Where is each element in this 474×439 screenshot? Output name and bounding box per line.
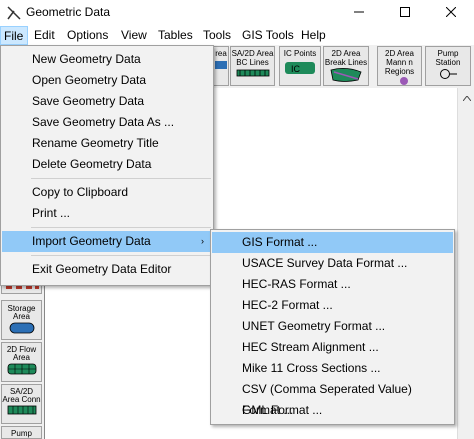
storage-area-icon <box>9 322 34 334</box>
submenu-arrow-icon: › <box>201 236 204 246</box>
submenu-item-hec-2[interactable]: HEC-2 Format ... <box>212 295 453 316</box>
menu-tools[interactable]: Tools <box>199 26 235 45</box>
menu-file[interactable]: File <box>0 26 28 45</box>
menu-item-open-geometry[interactable]: Open Geometry Data <box>2 70 212 91</box>
geometric-data-window: Geometric Data File Edit Options View Ta… <box>0 0 474 439</box>
toolbar-button-label: 2D Area Mann n Regions <box>384 49 415 76</box>
toolbar-break-lines-button[interactable]: 2D Area Break Lines <box>323 46 369 86</box>
toolbox-2d-flow-area-button[interactable]: 2D Flow Area <box>1 342 42 382</box>
bc-lines-icon <box>236 69 269 77</box>
menu-gis-tools[interactable]: GIS Tools <box>238 26 298 45</box>
menu-item-delete-geometry[interactable]: Delete Geometry Data <box>2 154 212 175</box>
toolbar-storage-area-button[interactable]: rea <box>213 46 229 86</box>
area-connection-icon <box>7 405 36 415</box>
ic-points-icon: IC <box>285 62 315 74</box>
menu-separator <box>31 178 211 179</box>
break-lines-icon <box>330 68 362 82</box>
toolbar-mann-regions-button[interactable]: 2D Area Mann n Regions <box>377 46 422 86</box>
menu-item-save-geometry[interactable]: Save Geometry Data <box>2 91 212 112</box>
chevron-up-icon <box>462 90 471 104</box>
toolbar-button-label: SA/2D Area BC Lines <box>231 49 274 67</box>
toolbox-pump-button[interactable]: Pump <box>1 426 42 439</box>
menu-item-label: Import Geometry Data <box>32 234 151 248</box>
vertical-scrollbar[interactable] <box>457 88 474 439</box>
toolbar-ic-points-button[interactable]: IC Points IC <box>279 46 321 86</box>
menu-item-exit-editor[interactable]: Exit Geometry Data Editor <box>2 259 212 280</box>
menu-item-rename-geometry[interactable]: Rename Geometry Title <box>2 133 212 154</box>
menu-tables[interactable]: Tables <box>154 26 197 45</box>
menu-item-print[interactable]: Print ... <box>2 203 212 224</box>
close-icon <box>445 6 457 20</box>
toolbar: rea SA/2D Area BC Lines IC Points IC 2D … <box>213 45 474 88</box>
menu-item-import-geometry[interactable]: Import Geometry Data › <box>2 231 212 252</box>
toolbox-storage-area-button[interactable]: Storage Area <box>1 300 42 340</box>
menu-help[interactable]: Help <box>297 26 330 45</box>
menu-separator <box>31 255 211 256</box>
toolbox-button-label: 2D Flow Area <box>6 345 37 362</box>
menu-separator <box>31 227 211 228</box>
toolbar-button-label: Pump Station <box>435 49 461 67</box>
submenu-item-unet-geometry[interactable]: UNET Geometry Format ... <box>212 316 453 337</box>
toolbar-button-label: IC Points <box>283 49 317 58</box>
submenu-item-usace-survey[interactable]: USACE Survey Data Format ... <box>212 253 453 274</box>
toolbox-button-label: Storage Area <box>7 304 36 321</box>
menu-options[interactable]: Options <box>63 26 112 45</box>
geometry-app-icon <box>6 5 22 21</box>
toolbar-bc-lines-button[interactable]: SA/2D Area BC Lines <box>230 46 275 86</box>
svg-text:IC: IC <box>291 64 301 74</box>
menu-view[interactable]: View <box>117 26 151 45</box>
maximize-icon <box>400 6 410 20</box>
title-bar[interactable]: Geometric Data <box>0 0 474 26</box>
toolbox-button-label: SA/2D Area Conn <box>2 387 41 404</box>
import-geometry-submenu: GIS Format ... USACE Survey Data Format … <box>210 229 455 425</box>
pump-station-icon <box>440 69 457 79</box>
submenu-item-gml-format[interactable]: GML Format ... <box>212 400 453 421</box>
toolbar-pump-station-button[interactable]: Pump Station <box>425 46 471 86</box>
storage-area-icon <box>215 61 227 69</box>
file-menu-dropdown: New Geometry Data Open Geometry Data Sav… <box>0 45 214 286</box>
toolbox-area-connection-button[interactable]: SA/2D Area Conn <box>1 384 42 424</box>
submenu-item-hec-ras[interactable]: HEC-RAS Format ... <box>212 274 453 295</box>
toolbox-button-label: Pump <box>11 429 32 438</box>
menu-edit[interactable]: Edit <box>30 26 59 45</box>
maximize-button[interactable] <box>382 0 428 26</box>
flow-area-icon <box>7 363 36 375</box>
toolbar-button-label: 2D Area Break Lines <box>324 49 368 67</box>
mann-regions-icon <box>399 77 408 85</box>
menu-item-save-geometry-as[interactable]: Save Geometry Data As ... <box>2 112 212 133</box>
submenu-item-mike11[interactable]: Mike 11 Cross Sections ... <box>212 358 453 379</box>
minimize-button[interactable] <box>336 0 382 26</box>
left-toolbox: Storage Area 2D Flow Area SA/2D Area Con… <box>0 280 44 439</box>
menu-item-new-geometry[interactable]: New Geometry Data <box>2 49 212 70</box>
submenu-item-gis-format[interactable]: GIS Format ... <box>212 232 453 253</box>
minimize-icon <box>354 6 364 20</box>
submenu-item-csv-format[interactable]: CSV (Comma Seperated Value) Format ... <box>212 379 453 417</box>
scroll-up-button[interactable] <box>458 88 474 105</box>
submenu-item-hec-stream-alignment[interactable]: HEC Stream Alignment ... <box>212 337 453 358</box>
window-title: Geometric Data <box>26 5 111 19</box>
toolbar-button-label: rea <box>215 49 227 58</box>
menu-item-copy-clipboard[interactable]: Copy to Clipboard <box>2 182 212 203</box>
close-button[interactable] <box>428 0 474 26</box>
menu-bar: File Edit Options View Tables Tools GIS … <box>0 26 474 45</box>
